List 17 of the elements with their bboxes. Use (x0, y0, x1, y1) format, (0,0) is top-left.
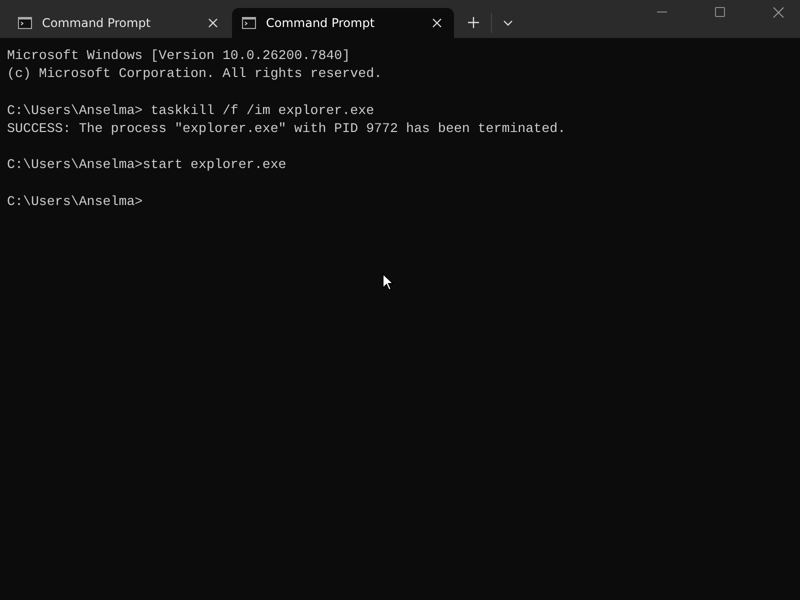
minimize-icon[interactable] (657, 11, 667, 13)
terminal-line: Microsoft Windows [Version 10.0.26200.7840] (7, 47, 352, 65)
tab-label: Command Prompt (42, 16, 152, 30)
mouse-pointer-icon (382, 273, 394, 291)
add-tab-icon[interactable] (468, 17, 479, 28)
terminal-icon (18, 17, 32, 29)
tab[interactable]: Command Prompt (232, 8, 454, 38)
terminal-line: C:\Users\Anselma>start explorer.exe (7, 156, 288, 174)
terminal-line: (c) Microsoft Corporation. All rights reserved. (7, 65, 384, 84)
tab[interactable]: Command Prompt (8, 8, 230, 38)
maximize-icon[interactable] (715, 7, 725, 17)
tab-label: Command Prompt (266, 16, 376, 30)
terminal-line: SUCCESS: The process "explorer.exe" with PID 9772 has been terminated. (7, 120, 567, 138)
terminal-line: C:\Users\Anselma> taskkill /f /im explorer.exe (7, 102, 376, 120)
terminal-icon (242, 17, 256, 29)
chevron-down-icon[interactable] (503, 20, 513, 26)
terminal-line: C:\Users\Anselma> (7, 192, 144, 211)
